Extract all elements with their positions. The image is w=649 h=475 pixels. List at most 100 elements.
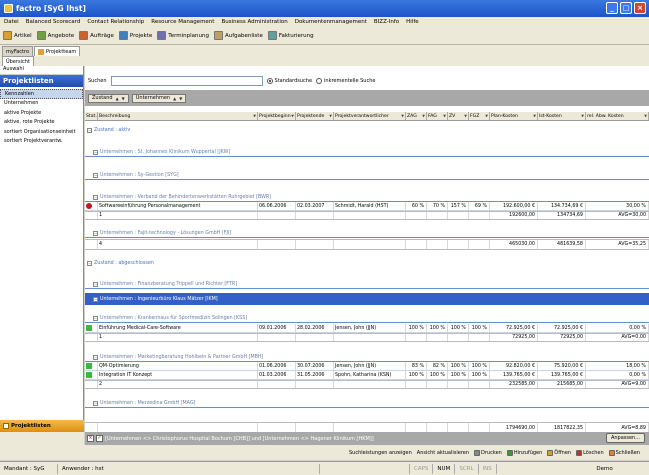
column-header[interactable]: FAG ▼ — [427, 112, 448, 120]
projektliste-item[interactable]: sortiert Organisationseinheit — [0, 127, 83, 137]
toolbar-button[interactable]: Artikel — [3, 31, 32, 40]
action-button[interactable]: Ansicht aktualisieren — [417, 450, 469, 456]
expand-toggle-icon[interactable]: − — [93, 230, 98, 236]
group-chip[interactable]: Zustand ▲ ▼ — [88, 93, 129, 103]
action-button[interactable]: Drucken — [474, 449, 502, 456]
action-button[interactable]: Hinzufügen — [506, 449, 542, 456]
anpassen-button[interactable]: Anpassen... — [605, 433, 645, 443]
column-header[interactable]: Plan-Kosten ▼ — [490, 112, 538, 120]
projektliste-item[interactable]: aktive Projekte — [0, 108, 83, 118]
projektliste-item[interactable]: sortiert Projektverantw. — [0, 137, 83, 147]
column-header[interactable]: ZAG ▼ — [406, 112, 427, 120]
projektliste-item[interactable]: aktive, rote Projekte — [0, 118, 83, 128]
toolbar-button[interactable]: Projekte — [118, 31, 152, 40]
expand-toggle-icon[interactable]: − — [87, 128, 92, 133]
menu-item[interactable]: Business Administration — [221, 19, 287, 25]
group-row-unternehmen-selected[interactable]: − Unternehmen : Ingenieurbüro Klaus Mätze… — [85, 293, 649, 305]
expand-toggle-icon[interactable]: − — [93, 194, 98, 200]
group-row-zustand[interactable]: − Zustand : aktiv — [85, 126, 649, 135]
action-button[interactable]: Löschen — [576, 449, 604, 456]
column-filter-icon[interactable]: ▼ — [485, 114, 488, 118]
expand-toggle-icon[interactable]: − — [93, 354, 98, 360]
group-row-zustand[interactable]: − Zustand : abgeschlossen — [85, 259, 649, 268]
expand-toggle-icon[interactable]: − — [93, 315, 98, 321]
radio-standardsuche[interactable]: Standardsuche — [266, 78, 312, 84]
menu-item[interactable]: BIZZ-Info — [374, 19, 399, 25]
search-input[interactable] — [110, 76, 263, 86]
column-header[interactable]: ZV ▼ — [448, 112, 469, 120]
project-row[interactable]: QM-Optimierung 01.06.2006 30.07.2006 Jensen… — [85, 362, 649, 371]
tab-uebersicht[interactable]: Übersicht — [2, 56, 34, 66]
group-row-unternehmen[interactable]: − Unternehmen : St. Johannes Klinikum Wup… — [85, 148, 649, 157]
summary-row[interactable]: 1 192600,00 134734,69 AVG=30,00 — [85, 211, 649, 220]
module-tab[interactable]: myFactro — [2, 46, 34, 56]
column-header[interactable]: Projektende ▼ — [296, 112, 334, 120]
menu-item[interactable]: Resource Management — [151, 19, 214, 25]
expand-toggle-icon[interactable]: − — [87, 261, 92, 266]
toolbar-button[interactable]: Angebote — [36, 31, 74, 40]
maximize-button[interactable]: □ — [620, 2, 632, 14]
dropdown-icon[interactable]: ▼ — [179, 96, 182, 101]
column-header[interactable]: rel. Abw. Kosten ▼ — [586, 112, 649, 120]
projektliste-item[interactable]: Kennzahlen — [0, 89, 83, 99]
filter-checkbox[interactable]: ✓ — [96, 435, 103, 442]
module-tab[interactable]: Projektteam — [34, 46, 81, 56]
project-row[interactable]: Integration IT Konzept 01.03.2006 31.05.20… — [85, 371, 649, 380]
group-row-unternehmen[interactable]: − Unternehmen : Merzedina GmbH [MAG] — [85, 399, 649, 408]
dropdown-icon[interactable]: ▼ — [122, 96, 125, 101]
column-header[interactable]: Ist-Kosten ▼ — [538, 112, 586, 120]
projektlisten-bar[interactable]: Projektlisten — [0, 420, 84, 431]
expand-toggle-icon[interactable]: − — [93, 172, 98, 178]
project-row[interactable]: Softwareeinführung Personalmanagement 06.… — [85, 202, 649, 211]
menu-item[interactable]: Datei — [4, 19, 19, 25]
column-filter-icon[interactable]: ▼ — [581, 114, 584, 118]
column-filter-icon[interactable]: ▼ — [533, 114, 536, 118]
action-button[interactable]: Öffnen — [547, 449, 571, 456]
menu-item[interactable]: Contact Relationship — [87, 19, 144, 25]
action-button[interactable]: Suchleistungen anzeigen — [349, 450, 412, 456]
close-button[interactable]: × — [634, 2, 646, 14]
toolbar-button[interactable]: Aufträge — [79, 31, 114, 40]
column-header[interactable]: Stat.▼ — [85, 112, 98, 120]
grouping-area: Zustand ▲ ▼ Unternehmen ▲ ▼ — [85, 90, 649, 106]
action-button[interactable]: Schließen — [608, 449, 640, 456]
column-filter-icon[interactable]: ▼ — [644, 114, 647, 118]
group-row-unternehmen[interactable]: − Unternehmen : Fajit-technology - Lösung… — [85, 229, 649, 238]
group-row-unternehmen[interactable]: − Unternehmen : Sy-Gestion [SYG] — [85, 171, 649, 180]
clear-filter-icon[interactable]: × — [87, 435, 94, 442]
group-row-unternehmen[interactable]: − Unternehmen : Finanzberatung Trippell u… — [85, 280, 649, 289]
expand-toggle-icon[interactable]: − — [93, 296, 98, 302]
expand-toggle-icon[interactable]: − — [93, 149, 98, 155]
column-filter-icon[interactable]: ▼ — [422, 114, 425, 118]
project-row[interactable]: Einführung Medical-Care-Software 09.01.20… — [85, 324, 649, 333]
projektliste-item[interactable]: Unternehmen — [0, 99, 83, 109]
toolbar-button[interactable]: Fakturierung — [267, 31, 314, 40]
column-header[interactable]: FGZ ▼ — [469, 112, 490, 120]
column-header[interactable]: Beschreibung ▼ — [98, 112, 258, 120]
column-filter-icon[interactable]: ▼ — [464, 114, 467, 118]
group-chip[interactable]: Unternehmen ▲ ▼ — [131, 93, 187, 103]
summary-row[interactable]: 4 465030,00 481639,58 AVG=35,25 — [85, 239, 649, 250]
column-filter-icon[interactable]: ▼ — [443, 114, 446, 118]
summary-row[interactable]: 1 72925,00 72925,00 AVG=0,00 — [85, 333, 649, 342]
group-row-unternehmen[interactable]: − Unternehmen : Marketingberatung Hohlbei… — [85, 353, 649, 362]
group-label: Unternehmen : Merzedina GmbH [MAG] — [100, 400, 196, 406]
toolbar-button[interactable]: Terminplanung — [157, 31, 209, 40]
group-row-unternehmen[interactable]: − Unternehmen : Verband der Behindertenwe… — [85, 193, 649, 202]
menu-item[interactable]: Hilfe — [406, 19, 419, 25]
minimize-button[interactable]: _ — [606, 2, 618, 14]
expand-toggle-icon[interactable]: − — [93, 281, 98, 287]
column-filter-icon[interactable]: ▼ — [253, 114, 256, 118]
summary-row[interactable]: 2 232585,00 215685,00 AVG=9,00 — [85, 380, 649, 389]
menu-item[interactable]: Balanced Scorecard — [26, 19, 81, 25]
menu-item[interactable]: Dokumentenmanagement — [295, 19, 367, 25]
column-filter-icon[interactable]: ▼ — [401, 114, 404, 118]
expand-toggle-icon[interactable]: − — [93, 400, 98, 406]
column-header[interactable]: Projektverantwortlicher ▼ — [334, 112, 406, 120]
column-filter-icon[interactable]: ▼ — [329, 114, 332, 118]
group-row-unternehmen[interactable]: − Unternehmen : Krankenhaus für Sportmedi… — [85, 314, 649, 323]
column-header[interactable]: Projektbeginn ▼ — [258, 112, 296, 120]
toolbar-button[interactable]: Aufgabenliste — [213, 31, 263, 40]
column-filter-icon[interactable]: ▼ — [291, 114, 294, 118]
radio-inkrementelle-suche[interactable]: inkrementelle Suche — [316, 78, 375, 84]
